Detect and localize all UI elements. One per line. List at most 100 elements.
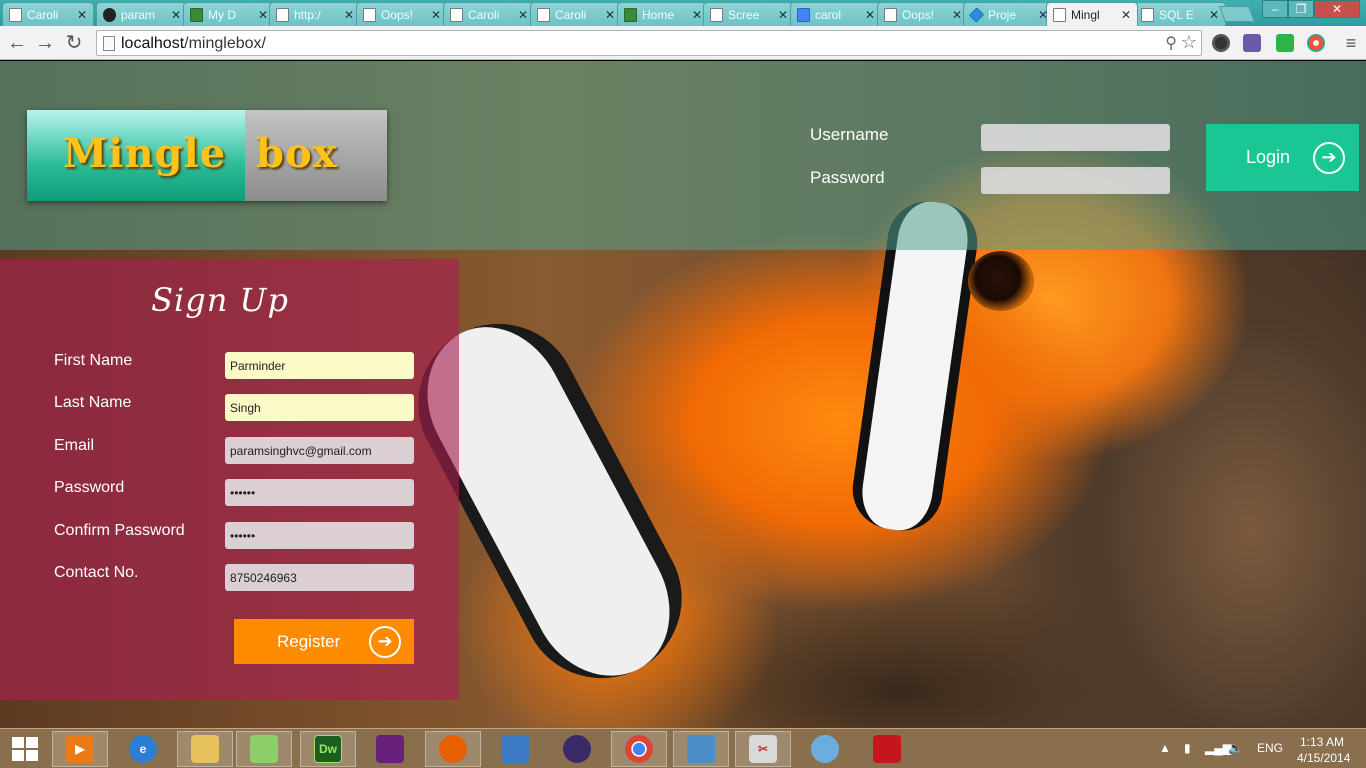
battery-icon[interactable]: ▮ [1184, 741, 1191, 755]
window-controls: ‒ ❐ ✕ [1262, 0, 1360, 18]
id-extension-icon[interactable] [1276, 34, 1294, 52]
page-icon [363, 7, 376, 22]
photos-icon[interactable] [673, 731, 729, 767]
page-icon [1141, 7, 1154, 22]
acrobat-icon[interactable] [859, 731, 915, 767]
google-icon [797, 7, 810, 22]
restore-icon[interactable]: ❐ [1288, 0, 1314, 18]
reload-icon[interactable]: ↻ [62, 31, 86, 55]
url-text[interactable]: localhost/minglebox/ [121, 35, 266, 53]
php-extension-icon[interactable] [1243, 34, 1261, 52]
forward-icon[interactable]: → [33, 31, 57, 55]
contact-input[interactable] [225, 564, 414, 591]
tab-project[interactable]: Proje ✕ [963, 2, 1055, 26]
close-tab-icon[interactable]: ✕ [516, 8, 530, 22]
close-tab-icon[interactable]: ✕ [1207, 8, 1221, 22]
tab-screen[interactable]: Scree ✕ [703, 2, 795, 26]
tab-home[interactable]: Home ✕ [617, 2, 709, 26]
close-tab-icon[interactable]: ✕ [75, 8, 89, 22]
close-tab-icon[interactable]: ✕ [342, 8, 356, 22]
show-hidden-icons-icon[interactable]: ▲ [1159, 741, 1171, 755]
username-input[interactable] [981, 124, 1170, 151]
login-button[interactable]: Login ➔ [1206, 124, 1359, 191]
page-icon [276, 7, 289, 22]
tab-google-carol[interactable]: carol ✕ [790, 2, 882, 26]
close-tab-icon[interactable]: ✕ [603, 8, 617, 22]
file-explorer-icon[interactable] [177, 731, 233, 767]
close-tab-icon[interactable]: ✕ [429, 8, 443, 22]
media-player-icon[interactable]: ▶ [52, 731, 108, 767]
windows-start-icon[interactable] [12, 737, 38, 761]
bookmark-star-icon[interactable]: ☆ [1181, 32, 1197, 53]
firefox-icon[interactable] [425, 731, 481, 767]
tab-carol-1[interactable]: Caroli ✕ [2, 2, 94, 26]
arrow-right-icon: ➔ [369, 625, 401, 658]
first-name-input[interactable] [225, 352, 414, 379]
tab-my-d[interactable]: My D ✕ [183, 2, 275, 26]
eclipse-icon[interactable] [549, 731, 605, 767]
internet-explorer-icon[interactable]: e [115, 731, 171, 767]
tab-sql[interactable]: SQL E ✕ [1134, 2, 1226, 26]
email-label: Email [54, 437, 95, 454]
close-tab-icon[interactable]: ✕ [863, 8, 877, 22]
address-bar[interactable]: localhost/minglebox/ ⚲ ☆ [96, 30, 1202, 56]
close-tab-icon[interactable]: ✕ [1119, 8, 1133, 22]
ibm-icon [624, 7, 637, 22]
tab-strip: Caroli ✕ param ✕ My D ✕ http:/✕ Oops! ✕ Caro… [0, 0, 1366, 26]
close-window-icon[interactable]: ✕ [1314, 0, 1360, 18]
tab-carol-3[interactable]: Caroli ✕ [530, 2, 622, 26]
language-indicator[interactable]: ENG [1257, 741, 1283, 755]
signup-title: Sign Up [151, 281, 289, 319]
dreamweaver-icon[interactable]: Dw [300, 731, 356, 767]
ibm-icon [190, 7, 203, 22]
username-label: Username [810, 125, 889, 144]
confirm-password-input[interactable] [225, 522, 414, 549]
browser-toolbar: ← → ↻ localhost/minglebox/ ⚲ ☆ ≡ [0, 26, 1366, 60]
close-tab-icon[interactable]: ✕ [169, 8, 183, 22]
snipping-tool-icon[interactable]: ✂ [735, 731, 791, 767]
extension-icon[interactable] [1212, 34, 1230, 52]
close-tab-icon[interactable]: ✕ [690, 8, 704, 22]
background-fish-eye [968, 251, 1034, 311]
chrome-icon[interactable] [611, 731, 667, 767]
visual-studio-icon[interactable] [362, 731, 418, 767]
new-tab-button[interactable] [1219, 6, 1255, 22]
last-name-input[interactable] [225, 394, 414, 421]
close-tab-icon[interactable]: ✕ [776, 8, 790, 22]
page-viewport: Mingle box Username Password Login ➔ Sig… [0, 61, 1366, 728]
pidgin-icon[interactable] [797, 731, 853, 767]
github-icon [103, 7, 116, 22]
tab-carol-2[interactable]: Caroli ✕ [443, 2, 535, 26]
tab-github[interactable]: param ✕ [96, 2, 188, 26]
search-icon[interactable]: ⚲ [1165, 33, 1177, 53]
confirm-password-label: Confirm Password [54, 522, 185, 539]
virtualbox-icon[interactable] [487, 731, 543, 767]
page-icon [537, 7, 550, 22]
tab-oops-1[interactable]: Oops! ✕ [356, 2, 448, 26]
page-icon [710, 7, 723, 22]
first-name-label: First Name [54, 352, 133, 369]
close-tab-icon[interactable]: ✕ [256, 8, 270, 22]
tab-oops-2[interactable]: Oops! ✕ [877, 2, 969, 26]
arrow-right-icon: ➔ [1313, 141, 1345, 174]
taskbar: ▶ e Dw ✂ ▲ ▮ ▂▄▆ 🔈 ENG 1:13 AM 4/15/2014 [0, 728, 1366, 768]
email-input[interactable] [225, 437, 414, 464]
register-button[interactable]: Register ➔ [234, 619, 414, 664]
page-icon [9, 7, 22, 22]
dropbox-icon [968, 6, 985, 23]
close-tab-icon[interactable]: ✕ [950, 8, 964, 22]
page-icon [1053, 7, 1066, 22]
notepad-plus-icon[interactable] [236, 731, 292, 767]
minimize-icon[interactable]: ‒ [1262, 0, 1288, 18]
color-picker-extension-icon[interactable] [1307, 34, 1325, 52]
password-input[interactable] [981, 167, 1170, 194]
clock[interactable]: 1:13 AM 4/15/2014 [1297, 734, 1350, 766]
back-icon[interactable]: ← [5, 31, 29, 55]
signup-password-input[interactable] [225, 479, 414, 506]
volume-icon[interactable]: 🔈 [1228, 741, 1243, 755]
menu-icon[interactable]: ≡ [1339, 31, 1363, 55]
logo: Mingle box [27, 110, 387, 201]
page-icon [103, 36, 115, 51]
tab-http[interactable]: http:/✕ [269, 2, 361, 26]
tab-minglebox[interactable]: Mingl ✕ [1046, 2, 1138, 26]
